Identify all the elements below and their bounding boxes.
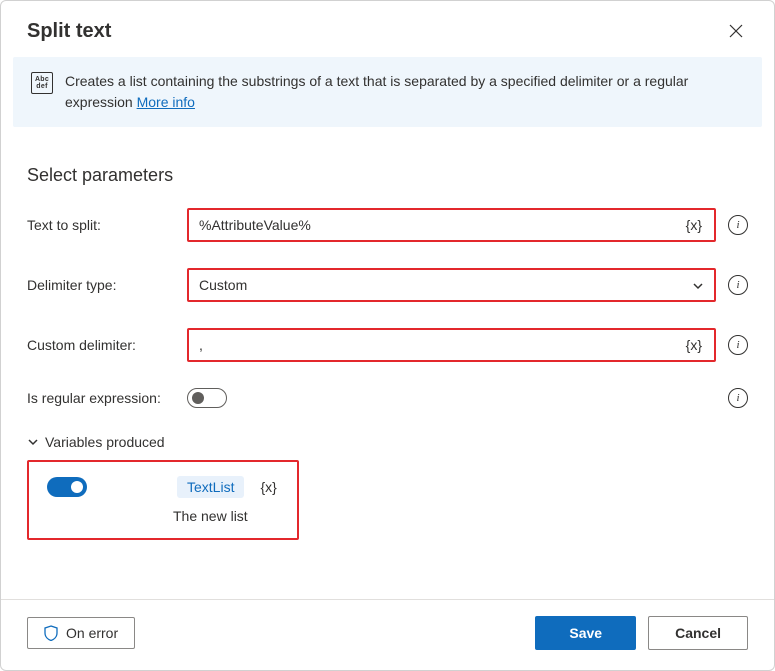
dialog-body: Select parameters Text to split: %Attrib…: [1, 127, 774, 599]
input-custom-delimiter-value: ,: [199, 337, 203, 353]
label-custom-delimiter: Custom delimiter:: [27, 337, 187, 353]
label-delimiter-type: Delimiter type:: [27, 277, 187, 293]
banner-description: Creates a list containing the substrings…: [65, 71, 748, 113]
on-error-label: On error: [66, 625, 118, 641]
on-error-button[interactable]: On error: [27, 617, 135, 649]
dialog-title: Split text: [27, 20, 111, 43]
section-title: Select parameters: [27, 165, 748, 186]
variable-description: The new list: [173, 508, 287, 524]
variables-produced-header[interactable]: Variables produced: [27, 434, 748, 450]
dialog-header: Split text: [1, 1, 774, 57]
variables-produced-body: TextList {x} The new list: [27, 460, 299, 540]
split-text-dialog: Split text Abc def Creates a list contai…: [0, 0, 775, 671]
info-banner: Abc def Creates a list containing the su…: [13, 57, 762, 127]
label-text-to-split: Text to split:: [27, 217, 187, 233]
info-icon[interactable]: i: [728, 275, 748, 295]
label-is-regex: Is regular expression:: [27, 390, 187, 406]
save-button[interactable]: Save: [535, 616, 636, 650]
info-icon[interactable]: i: [728, 335, 748, 355]
variable-picker-icon[interactable]: {x}: [260, 479, 276, 495]
toggle-is-regex[interactable]: [187, 388, 227, 408]
abc-icon: Abc def: [31, 72, 53, 94]
select-delimiter-type[interactable]: Custom: [187, 268, 716, 302]
cancel-button[interactable]: Cancel: [648, 616, 748, 650]
input-text-to-split[interactable]: %AttributeValue% {x}: [187, 208, 716, 242]
info-icon[interactable]: i: [728, 388, 748, 408]
abc-icon-top: Abc: [35, 76, 49, 83]
variable-picker-icon[interactable]: {x}: [684, 337, 704, 353]
dialog-footer: On error Save Cancel: [1, 599, 774, 670]
variables-produced-section: Variables produced TextList {x} The new …: [27, 434, 748, 540]
param-row-text-to-split: Text to split: %AttributeValue% {x} i: [27, 208, 748, 242]
variable-chip[interactable]: TextList: [177, 476, 244, 498]
shield-icon: [44, 625, 58, 641]
chevron-down-icon: [27, 436, 39, 448]
chevron-down-icon: [692, 279, 704, 291]
param-row-custom-delimiter: Custom delimiter: , {x} i: [27, 328, 748, 362]
variables-produced-label: Variables produced: [45, 434, 165, 450]
info-icon[interactable]: i: [728, 215, 748, 235]
param-row-delimiter-type: Delimiter type: Custom i: [27, 268, 748, 302]
more-info-link[interactable]: More info: [137, 94, 195, 110]
abc-icon-bottom: def: [36, 83, 47, 90]
toggle-variable-enabled[interactable]: [47, 477, 87, 497]
input-text-to-split-value: %AttributeValue%: [199, 217, 311, 233]
toggle-knob: [192, 392, 204, 404]
variable-picker-icon[interactable]: {x}: [684, 217, 704, 233]
toggle-knob: [71, 481, 83, 493]
close-button[interactable]: [724, 19, 748, 43]
input-custom-delimiter[interactable]: , {x}: [187, 328, 716, 362]
select-delimiter-type-value: Custom: [199, 277, 247, 293]
param-row-is-regex: Is regular expression: i: [27, 388, 748, 408]
close-icon: [728, 23, 744, 39]
